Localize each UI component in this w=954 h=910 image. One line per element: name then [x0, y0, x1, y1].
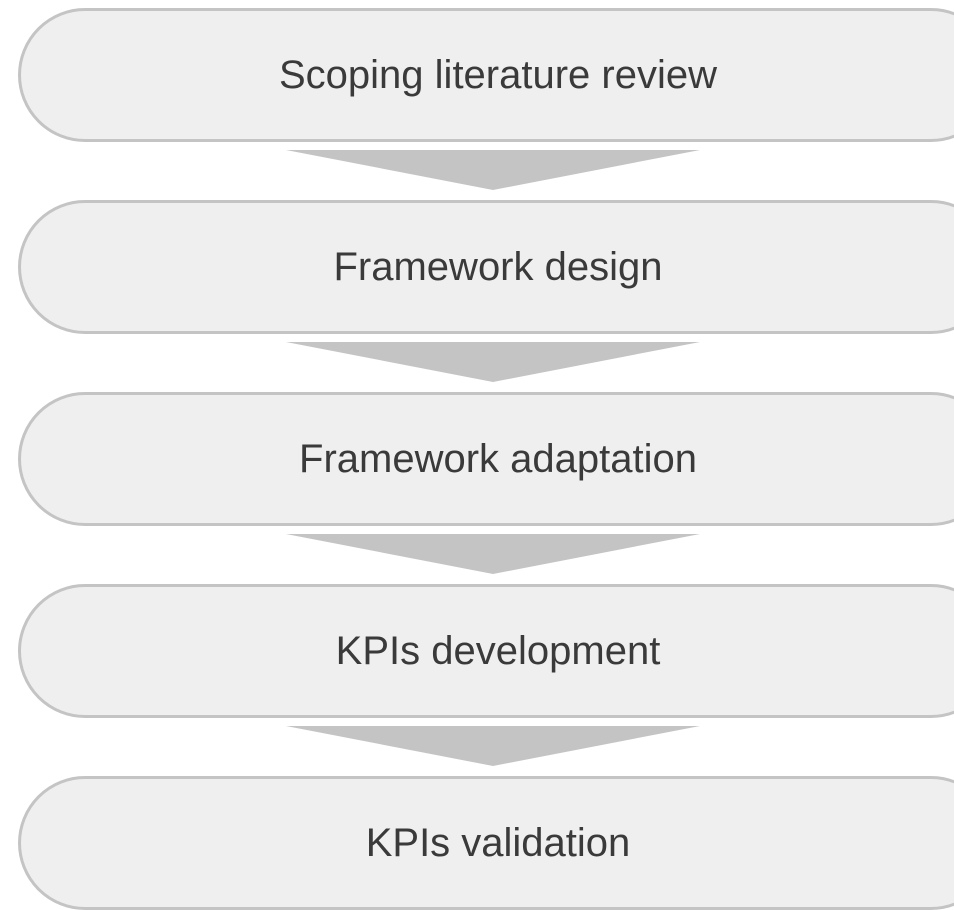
step-scoping-literature-review: Scoping literature review: [18, 8, 954, 142]
step-kpis-development: KPIs development: [18, 584, 954, 718]
step-kpis-validation: KPIs validation: [18, 776, 954, 910]
process-flow-diagram: Scoping literature review Framework desi…: [0, 0, 954, 910]
step-label: KPIs development: [335, 628, 661, 673]
down-arrow-connector: [286, 342, 700, 382]
step-label: Scoping literature review: [279, 52, 717, 97]
trapezoid-arrow-shape: [286, 150, 700, 190]
trapezoid-arrow-shape: [286, 534, 700, 574]
step-framework-adaptation: Framework adaptation: [18, 392, 954, 526]
down-arrow-connector: [286, 726, 700, 766]
down-arrow-connector: [286, 534, 700, 574]
step-label: KPIs validation: [365, 820, 631, 865]
down-arrow-connector: [286, 150, 700, 190]
step-label: Framework design: [333, 244, 663, 289]
trapezoid-arrow-shape: [286, 342, 700, 382]
step-label: Framework adaptation: [299, 436, 697, 481]
step-framework-design: Framework design: [18, 200, 954, 334]
trapezoid-arrow-shape: [286, 726, 700, 766]
